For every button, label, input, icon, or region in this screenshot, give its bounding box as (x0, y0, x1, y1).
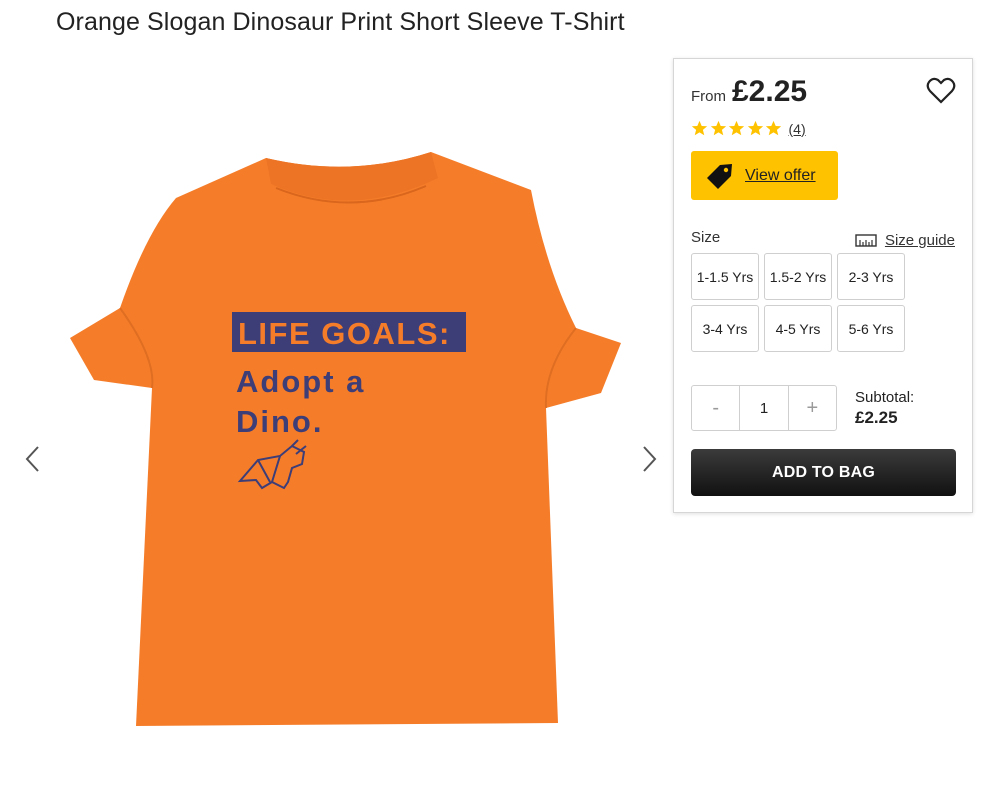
product-image: LIFE GOALS: Adopt a Dino. (70, 152, 621, 726)
product-gallery: LIFE GOALS: Adopt a Dino. (20, 130, 670, 750)
size-option[interactable]: 4-5 Yrs (764, 305, 832, 352)
star-icon (728, 120, 745, 136)
size-option[interactable]: 2-3 Yrs (837, 253, 905, 300)
price: £2.25 (732, 75, 808, 108)
purchase-panel: From £2.25 (4) View offer Size Size guid… (673, 58, 973, 513)
print-line3: Dino. (236, 404, 324, 439)
price-prefix: From (691, 88, 726, 105)
view-offer-button[interactable]: View offer (691, 151, 838, 200)
size-option[interactable]: 1.5-2 Yrs (764, 253, 832, 300)
quantity-input[interactable]: 1 (739, 386, 789, 430)
subtotal: Subtotal: £2.25 (855, 389, 914, 428)
subtotal-label: Subtotal: (855, 389, 915, 406)
add-to-bag-button[interactable]: ADD TO BAG (691, 449, 956, 496)
print-line1: LIFE GOALS: (238, 316, 451, 351)
size-option[interactable]: 3-4 Yrs (691, 305, 759, 352)
product-page: Orange Slogan Dinosaur Print Short Sleev… (0, 0, 1003, 805)
decrease-quantity-button[interactable]: - (692, 386, 739, 430)
size-option[interactable]: 5-6 Yrs (837, 305, 905, 352)
star-icon (710, 120, 726, 136)
star-icon (691, 120, 708, 136)
star-rating: (4) (691, 120, 806, 137)
subtotal-value: £2.25 (855, 408, 898, 427)
increase-quantity-button[interactable]: + (789, 386, 836, 430)
size-label: Size (691, 229, 721, 246)
view-offer-label: View offer (745, 166, 816, 184)
previous-image-chevron-icon[interactable] (22, 444, 44, 474)
size-option[interactable]: 1-1.5 Yrs (691, 253, 759, 300)
quantity-stepper: - 1 + (691, 385, 837, 431)
price-tag-icon (707, 163, 732, 189)
product-title: Orange Slogan Dinosaur Print Short Sleev… (56, 8, 625, 36)
size-options: 1-1.5 Yrs 1.5-2 Yrs 2-3 Yrs 3-4 Yrs 4-5 … (691, 253, 905, 352)
size-guide-label: Size guide (884, 232, 955, 249)
ruler-icon (855, 234, 877, 247)
star-icon (765, 120, 782, 136)
review-count-link[interactable]: (4) (789, 121, 806, 137)
star-icon (747, 120, 763, 136)
print-line2: Adopt a (236, 364, 365, 399)
size-guide-link[interactable]: Size guide (855, 232, 955, 249)
next-image-chevron-icon[interactable] (638, 444, 660, 474)
price-row: From £2.25 (691, 75, 807, 109)
wishlist-heart-icon[interactable] (926, 77, 956, 105)
